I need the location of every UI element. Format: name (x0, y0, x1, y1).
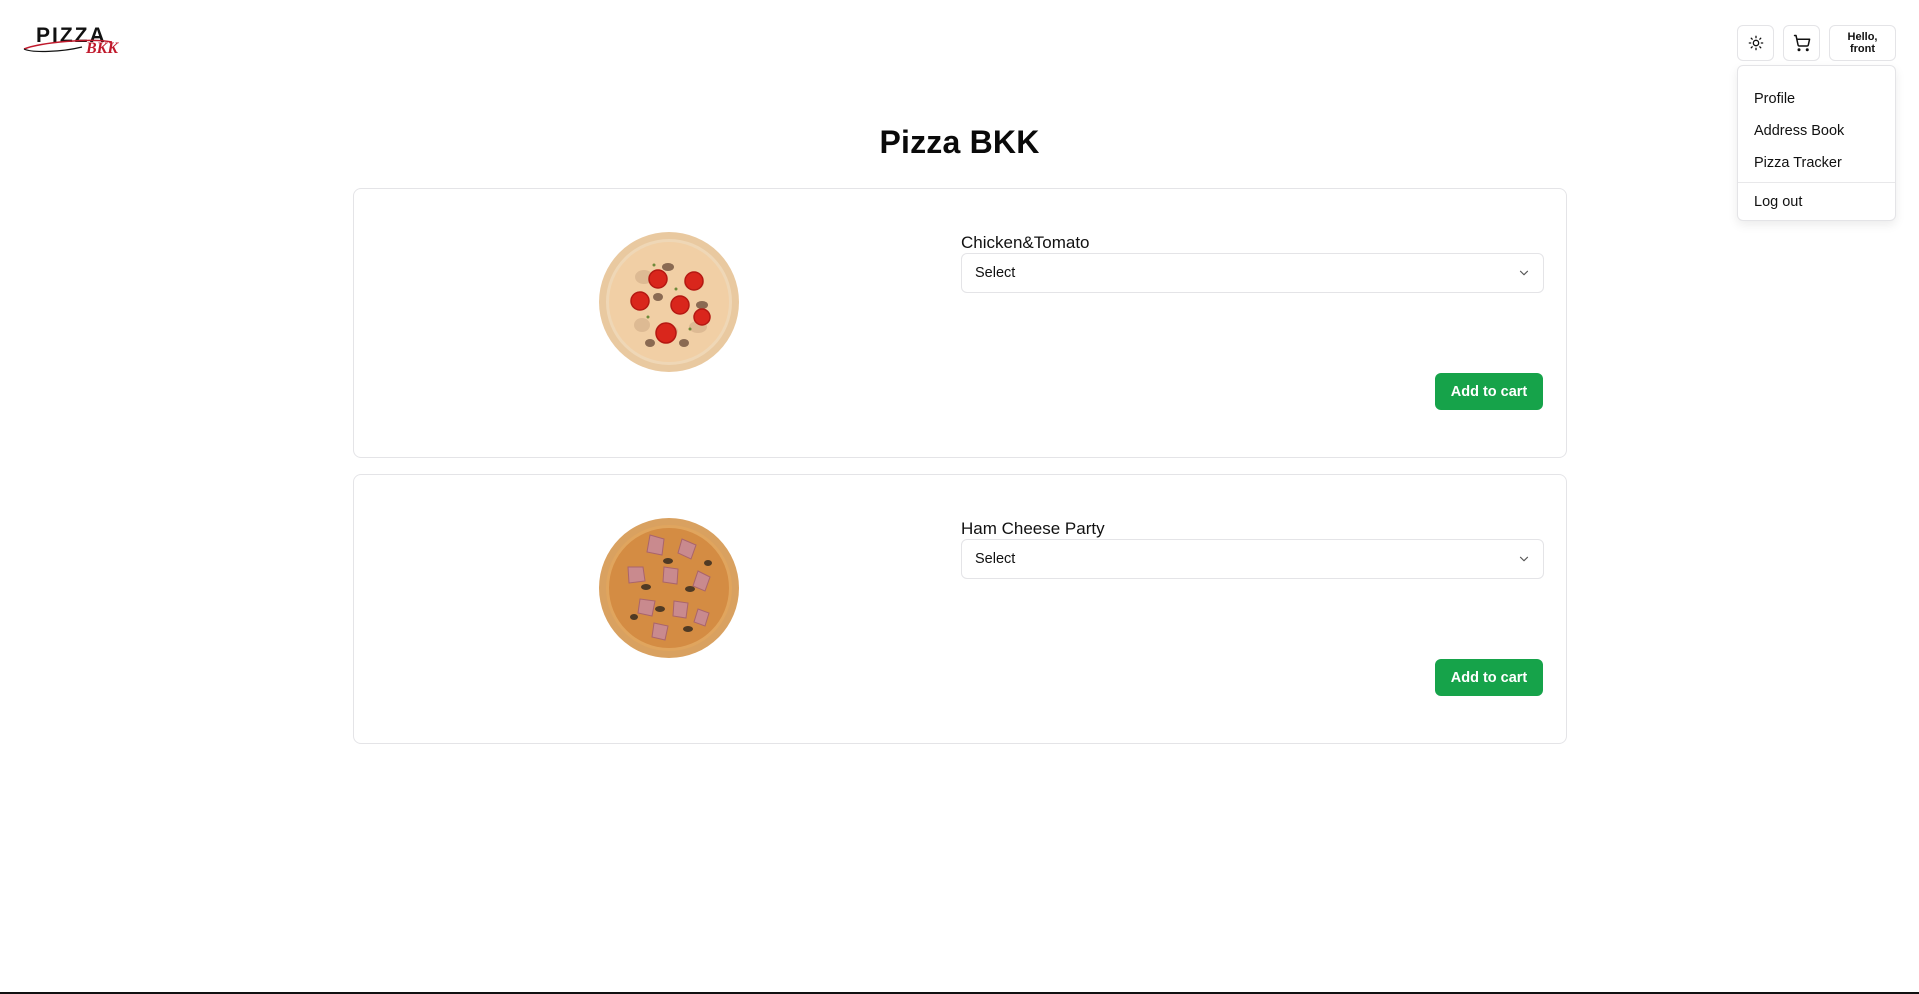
menu-item-profile[interactable]: Profile (1742, 83, 1891, 115)
pizza-image-chicken-tomato (598, 231, 740, 373)
cart-button[interactable] (1783, 25, 1820, 61)
product-card: Ham Cheese Party Select Add to cart (353, 474, 1567, 744)
add-to-cart-button[interactable]: Add to cart (1435, 659, 1543, 696)
chevron-down-icon (1519, 556, 1529, 562)
pizza-image-ham-cheese-party (598, 517, 740, 659)
sun-icon (1748, 35, 1763, 51)
top-header: PIZZA BKK Hello, front (0, 0, 1919, 84)
select-value: Select (975, 265, 1016, 281)
product-name: Chicken&Tomato (961, 233, 1090, 252)
theme-toggle-button[interactable] (1737, 25, 1774, 61)
user-menu-button[interactable]: Hello, front (1829, 25, 1896, 61)
user-name: front (1849, 43, 1876, 55)
user-greeting: Hello, (1847, 31, 1878, 43)
menu-item-logout[interactable]: Log out (1742, 186, 1891, 218)
header-actions: Hello, front (1737, 25, 1896, 61)
shopping-cart-icon (1793, 34, 1810, 52)
add-to-cart-button[interactable]: Add to cart (1435, 373, 1543, 410)
size-select[interactable]: Select (961, 539, 1544, 579)
pizza-bkk-logo[interactable]: PIZZA BKK (22, 22, 126, 58)
svg-text:BKK: BKK (85, 40, 119, 57)
product-name: Ham Cheese Party (961, 519, 1105, 538)
size-select[interactable]: Select (961, 253, 1544, 293)
product-card: Chicken&Tomato Select Add to cart (353, 188, 1567, 458)
chevron-down-icon (1519, 270, 1529, 276)
menu-separator (1738, 182, 1895, 183)
select-value: Select (975, 551, 1016, 567)
page-title: Pizza BKK (879, 124, 1040, 160)
